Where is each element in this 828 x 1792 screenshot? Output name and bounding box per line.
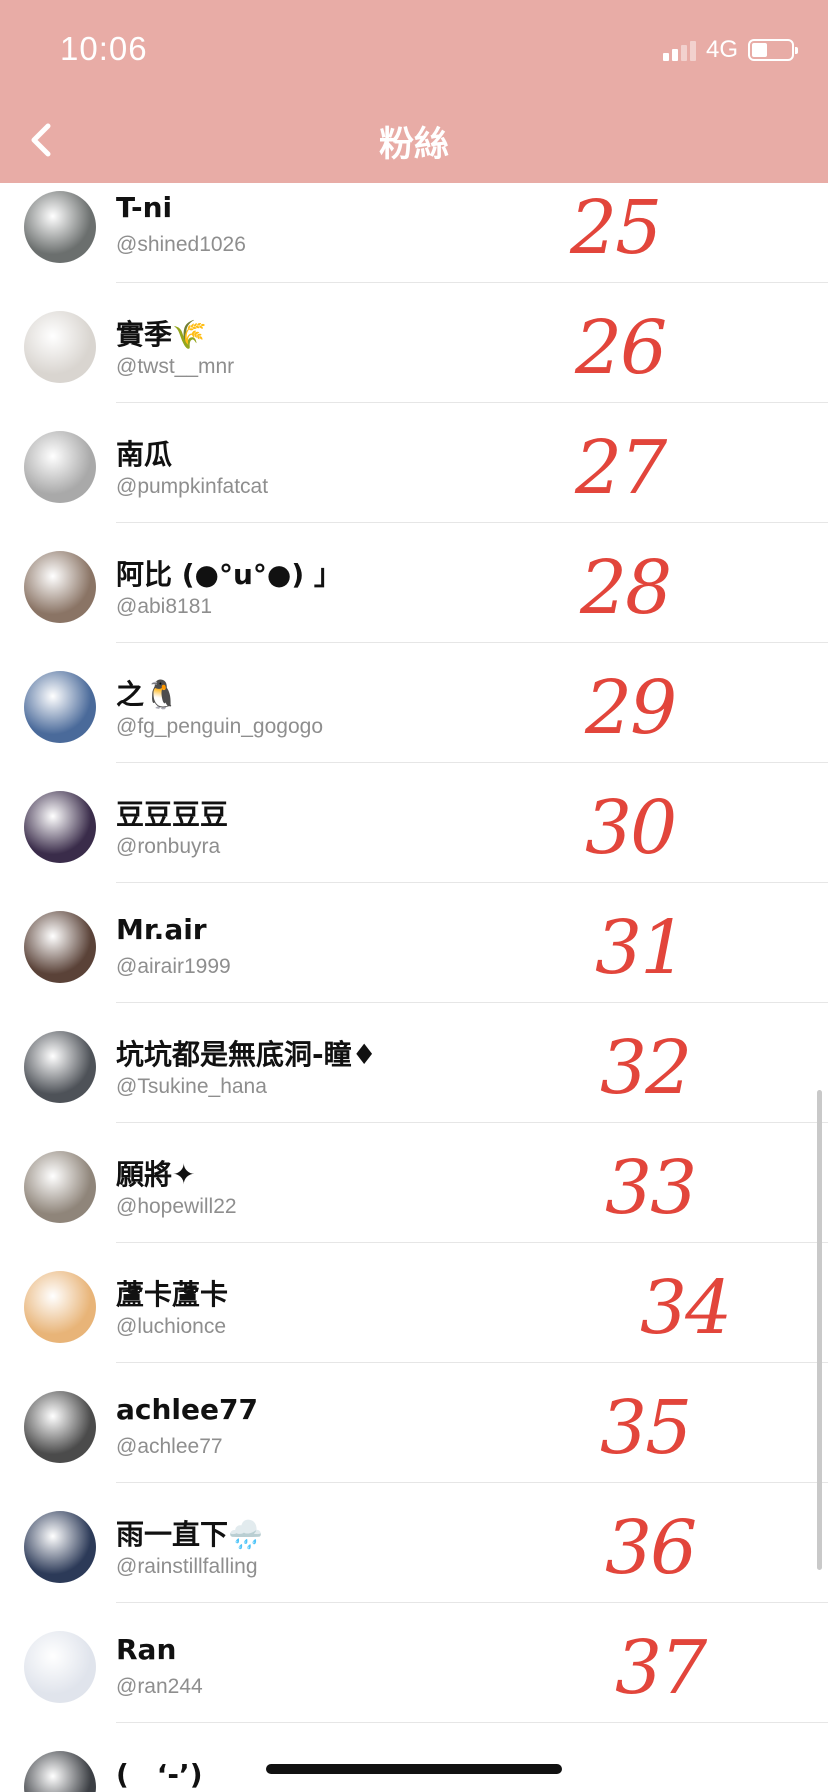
handwritten-count-mark: 26: [575, 305, 667, 391]
follower-handle: @twst__mnr: [116, 355, 235, 378]
follower-name: 豆豆豆豆: [116, 798, 229, 831]
avatar[interactable]: [24, 1511, 96, 1583]
follower-handle: @luchionce: [116, 1315, 227, 1338]
status-time: 10:06: [60, 30, 148, 67]
avatar[interactable]: [24, 311, 96, 383]
follower-handle: @ran244: [116, 1675, 203, 1698]
follower-name: ( ‘-’): [116, 1758, 203, 1791]
follower-handle: @airair1999: [116, 955, 231, 978]
follower-handle: @achlee77: [116, 1435, 223, 1458]
follower-row[interactable]: 坑坑都是無底洞-瞳♦ @Tsukine_hana 32: [0, 1003, 828, 1123]
avatar[interactable]: [24, 791, 96, 863]
follower-row[interactable]: 豆豆豆豆 @ronbuyra 30: [0, 763, 828, 883]
avatar[interactable]: [24, 1031, 96, 1103]
page-title: 粉絲: [378, 125, 449, 165]
avatar[interactable]: [24, 1751, 96, 1792]
follower-name: 願將✦: [116, 1158, 196, 1191]
follower-handle: @shined1026: [116, 233, 246, 256]
follower-handle: @abi8181: [116, 595, 213, 618]
handwritten-count-mark: 35: [600, 1385, 692, 1471]
avatar[interactable]: [24, 191, 96, 263]
handwritten-count-mark: 37: [615, 1625, 707, 1711]
battery-icon: [748, 39, 798, 61]
follower-name: T-ni: [116, 191, 173, 224]
follower-name: 之🐧: [116, 678, 179, 711]
avatar[interactable]: [24, 1391, 96, 1463]
follower-row[interactable]: 願將✦ @hopewill22 33: [0, 1123, 828, 1243]
follower-handle: @rainstillfalling: [116, 1555, 258, 1578]
avatar[interactable]: [24, 551, 96, 623]
handwritten-count-mark: 32: [600, 1025, 692, 1111]
avatar[interactable]: [24, 1271, 96, 1343]
app-header: 10:06 4G 粉絲: [0, 0, 828, 183]
follower-name: 實季🌾: [116, 318, 207, 351]
signal-icon: [662, 39, 696, 61]
follower-name: 南瓜: [116, 438, 173, 471]
network-type: 4G: [705, 36, 738, 63]
follower-row[interactable]: Mr.air @airair1999 31: [0, 883, 828, 1003]
follower-name: 雨一直下🌧️: [116, 1518, 263, 1551]
follower-name: 蘆卡蘆卡: [116, 1278, 229, 1311]
follower-row[interactable]: 實季🌾 @twst__mnr 26: [0, 283, 828, 403]
follower-handle: @hopewill22: [116, 1195, 237, 1218]
follower-row[interactable]: 阿比 (●°u°●) 」 @abi8181 28: [0, 523, 828, 643]
follower-name: Ran: [116, 1633, 177, 1666]
scrollbar[interactable]: [817, 1090, 822, 1570]
handwritten-count-mark: 28: [580, 545, 672, 631]
follower-name: 阿比 (●°u°●) 」: [116, 558, 342, 591]
handwritten-count-mark: 36: [605, 1505, 697, 1591]
handwritten-count-mark: 34: [640, 1265, 732, 1351]
handwritten-count-mark: 31: [595, 905, 687, 991]
status-icons: 4G: [662, 36, 798, 64]
avatar[interactable]: [24, 1151, 96, 1223]
follower-name: 坑坑都是無底洞-瞳♦: [116, 1038, 377, 1071]
handwritten-count-mark: 27: [575, 425, 667, 511]
handwritten-count-mark: 30: [585, 785, 677, 871]
follower-row[interactable]: 南瓜 @pumpkinfatcat 27: [0, 403, 828, 523]
follower-handle: @Tsukine_hana: [116, 1075, 267, 1098]
handwritten-count-mark: 25: [570, 185, 662, 271]
home-indicator: [266, 1764, 562, 1774]
follower-name: Mr.air: [116, 913, 207, 946]
follower-handle: @fg_penguin_gogogo: [116, 715, 324, 738]
handwritten-count-mark: 29: [585, 665, 677, 751]
avatar[interactable]: [24, 671, 96, 743]
follower-handle: @ronbuyra: [116, 835, 221, 858]
follower-handle: @pumpkinfatcat: [116, 475, 269, 498]
follower-row[interactable]: Ran @ran244 37: [0, 1603, 828, 1723]
follower-name: achlee77: [116, 1393, 258, 1426]
follower-row[interactable]: achlee77 @achlee77 35: [0, 1363, 828, 1483]
follower-row[interactable]: ( ‘-’): [0, 1723, 828, 1792]
avatar[interactable]: [24, 1631, 96, 1703]
avatar[interactable]: [24, 431, 96, 503]
avatar[interactable]: [24, 911, 96, 983]
follower-row[interactable]: 之🐧 @fg_penguin_gogogo 29: [0, 643, 828, 763]
follower-row[interactable]: 雨一直下🌧️ @rainstillfalling 36: [0, 1483, 828, 1603]
follower-row[interactable]: 蘆卡蘆卡 @luchionce 34: [0, 1243, 828, 1363]
handwritten-count-mark: 33: [605, 1145, 697, 1231]
